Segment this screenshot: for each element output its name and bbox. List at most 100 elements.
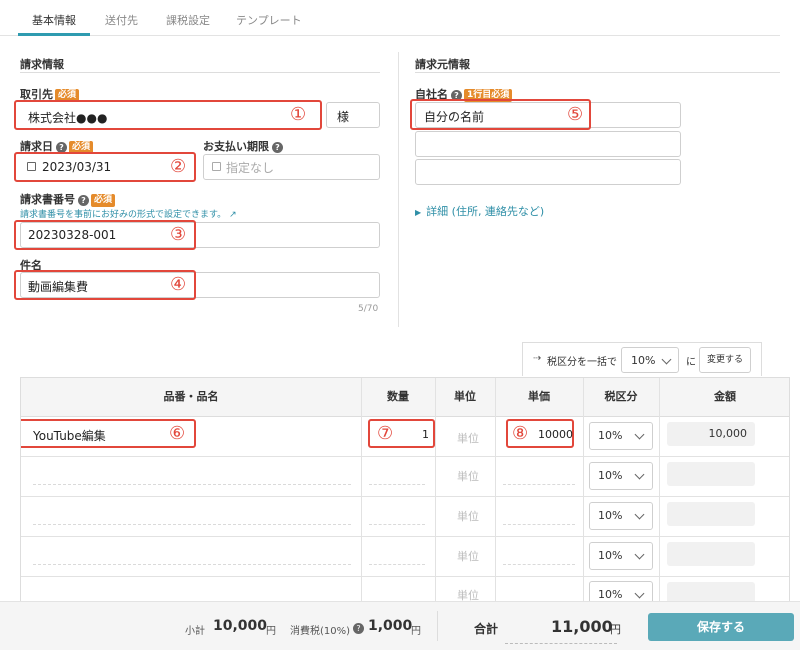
items-table: 品番・品名 数量 単位 単価 税区分 金額 YouTube編集 ⑥ ⑦ 1 単位… (20, 377, 790, 602)
chevron-down-icon (634, 469, 645, 480)
company-name-input[interactable]: 自分の名前 ⑤ (410, 99, 591, 130)
marker-6: ⑥ (169, 423, 186, 444)
tab-bar: 基本情報 送付先 課税設定 テンプレート (0, 0, 780, 36)
subtotal-label: 小計 (185, 626, 205, 637)
col-divider (435, 378, 436, 601)
amount-field (667, 542, 755, 566)
quantity-input[interactable] (369, 524, 425, 525)
required-badge: 必須 (91, 194, 116, 207)
tab-basic-info[interactable]: 基本情報 (32, 12, 76, 28)
column-divider (398, 52, 399, 327)
unit-price-input[interactable] (503, 524, 575, 525)
tax-select[interactable]: 10% (589, 422, 653, 450)
tax-select[interactable]: 10% (589, 502, 653, 530)
tax-yen: 円 (411, 626, 421, 637)
due-date-label: お支払い期限? (203, 138, 283, 154)
col-qty-header: 数量 (387, 390, 409, 403)
item-name-input[interactable]: YouTube編集 ⑥ (21, 419, 196, 448)
company-line2-input[interactable] (415, 131, 681, 157)
unit-price-input[interactable] (503, 484, 575, 485)
unit-placeholder[interactable]: 単位 (457, 430, 479, 446)
table-header: 品番・品名 数量 単位 単価 税区分 金額 (21, 378, 789, 417)
col-divider (495, 378, 496, 601)
total-yen: 円 (610, 623, 621, 636)
client-input[interactable]: 株式会社●●● ① (14, 100, 322, 130)
bulk-tax-value: 10% (631, 354, 656, 367)
invoice-date-value: 2023/03/31 (42, 160, 112, 174)
item-name-input[interactable] (33, 564, 351, 565)
honorific-value: 様 (337, 110, 350, 124)
help-icon[interactable]: ? (78, 195, 89, 206)
marker-3: ③ (170, 224, 187, 245)
invoice-date-input[interactable]: 2023/03/31 ② (14, 152, 196, 182)
unit-price-input[interactable] (503, 564, 575, 565)
subtotal-yen: 円 (266, 626, 276, 637)
col-amount-header: 金額 (714, 390, 736, 403)
section-divider (415, 72, 780, 73)
marker-7: ⑦ (377, 423, 394, 444)
company-line3-input[interactable] (415, 159, 681, 185)
invoice-number-input[interactable]: 20230328-001 ③ (14, 220, 196, 250)
tax-select[interactable]: 10% (589, 542, 653, 570)
amount-field (667, 582, 755, 601)
tab-template[interactable]: テンプレート (236, 12, 302, 28)
tax-value: 10% (598, 469, 623, 482)
help-icon[interactable]: ? (353, 623, 364, 634)
due-date-label-text: お支払い期限 (203, 140, 269, 153)
row-divider (21, 576, 789, 577)
total-label: 合計 (474, 622, 499, 636)
bulk-tax-suffix: に (686, 357, 696, 368)
tab-delivery[interactable]: 送付先 (105, 12, 138, 28)
unit-price-input[interactable]: ⑧ 10000 (506, 419, 574, 448)
quantity-input[interactable] (369, 484, 425, 485)
tax-select[interactable]: 10% (589, 581, 653, 601)
tab-tax-settings[interactable]: 課税設定 (166, 12, 210, 28)
subject-input[interactable]: 動画編集費 ④ (14, 270, 196, 300)
col-divider (583, 378, 584, 601)
item-name-input[interactable] (33, 484, 351, 485)
invoice-number-label-text: 請求書番号 (20, 193, 75, 206)
tax-select[interactable]: 10% (589, 462, 653, 490)
honorific-select[interactable]: 様 (326, 102, 380, 128)
unit-placeholder[interactable]: 単位 (457, 548, 479, 564)
details-link-text: 詳細 (住所, 連絡先など) (426, 205, 545, 218)
consumption-tax-label: 消費税(10%) (290, 626, 351, 637)
amount-value: 10,000 (708, 427, 748, 440)
row-divider (21, 496, 789, 497)
tax-value: 10% (598, 549, 623, 562)
tax-value: 10% (598, 509, 623, 522)
help-icon[interactable]: ? (272, 142, 283, 153)
amount-field (667, 462, 755, 486)
caret-right-icon: ▶ (415, 208, 422, 217)
row-divider (21, 536, 789, 537)
total-underline (505, 643, 617, 644)
item-name-input[interactable] (33, 524, 351, 525)
change-tax-button[interactable]: 変更する (699, 347, 751, 373)
unit-placeholder[interactable]: 単位 (457, 468, 479, 484)
quantity-input[interactable] (369, 564, 425, 565)
bulk-tax-icon: ⇢ (533, 353, 542, 364)
unit-placeholder[interactable]: 単位 (457, 587, 479, 601)
marker-4: ④ (170, 274, 187, 295)
bulk-tax-select[interactable]: 10% (621, 347, 679, 373)
subtotal-value: 10,000 (213, 618, 268, 634)
quantity-input[interactable]: ⑦ 1 (368, 419, 435, 448)
due-date-input[interactable]: 指定なし (203, 154, 380, 180)
chevron-down-icon (634, 549, 645, 560)
unit-price-value: 10000 (538, 428, 573, 441)
invoice-number-label: 請求書番号? 必須 (20, 191, 116, 207)
invoice-number-note[interactable]: 請求書番号を事前にお好みの形式で設定できます。 ↗ (20, 207, 237, 220)
chevron-down-icon (634, 429, 645, 440)
active-tab-indicator (18, 33, 90, 36)
billing-info-title: 請求情報 (20, 58, 64, 71)
marker-2: ② (170, 156, 187, 177)
billing-from-title: 請求元情報 (415, 58, 470, 71)
client-value: 株式会社●●● (28, 111, 108, 125)
subject-value: 動画編集費 (28, 280, 89, 294)
bulk-tax-bar: ⇢ 税区分を一括で 10% に 変更する (522, 342, 762, 376)
footer-divider (437, 611, 438, 641)
save-button[interactable]: 保存する (648, 613, 794, 641)
unit-placeholder[interactable]: 単位 (457, 508, 479, 524)
details-link[interactable]: ▶ 詳細 (住所, 連絡先など) (415, 203, 544, 219)
calendar-icon (212, 162, 221, 171)
